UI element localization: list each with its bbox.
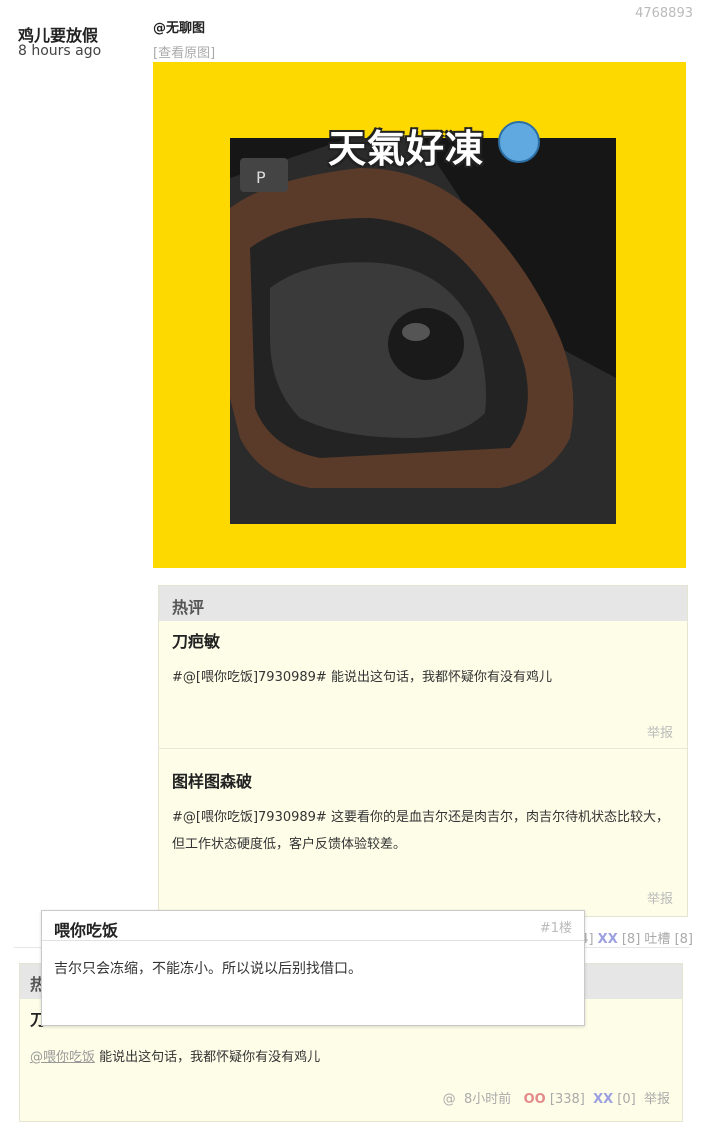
comment-time: 8小时前 — [463, 1092, 512, 1107]
hot-comments-header: 热评 — [159, 586, 687, 621]
xx-button[interactable]: XX — [598, 932, 618, 947]
tucao-button[interactable]: 吐槽 — [644, 932, 670, 947]
hot-comments-box: 热评 刀疤敏 #@[喂你吃饭]7930989# 能说出这句话，我都怀疑你有没有鸡… — [158, 585, 688, 917]
popup-author[interactable]: 喂你吃饭 — [54, 917, 118, 941]
xx-count: [0] — [617, 1092, 636, 1107]
comment-author[interactable]: 图样图森破 — [172, 768, 252, 792]
oo-count: [338] — [549, 1092, 585, 1107]
gear-shift-illustration: P — [230, 138, 616, 524]
report-link[interactable]: 举报 — [647, 722, 673, 741]
view-original-link[interactable]: [查看原图] — [153, 42, 215, 61]
mention-link[interactable]: @喂你吃饭 — [30, 1050, 95, 1065]
comment-text: #@[喂你吃饭]7930989# 这要看你的是血吉尔还是肉吉尔，肉吉尔待机状态比… — [172, 810, 669, 852]
xx-count: [8] — [621, 932, 641, 947]
tucao-count: [8] — [674, 932, 693, 947]
report-link[interactable]: 举报 — [644, 1092, 670, 1107]
gear-shift-photo: P — [230, 138, 616, 524]
popup-floor: #1楼 — [539, 921, 572, 936]
comment-body: 能说出这句话，我都怀疑你有没有鸡儿 — [95, 1050, 321, 1065]
freezing-face-icon — [498, 121, 540, 163]
oo-button[interactable]: OO — [524, 1092, 546, 1107]
comment-text: #@[喂你吃饭]7930989# 能说出这句话，我都怀疑你有没有鸡儿 — [172, 670, 552, 685]
xx-button[interactable]: XX — [593, 1092, 613, 1107]
post-id[interactable]: 4768893 — [635, 6, 693, 21]
svg-text:P: P — [256, 168, 266, 187]
comment-divider — [159, 748, 687, 749]
image-caption: 天氣好凍 — [328, 127, 485, 171]
popup-header: 喂你吃饭 #1楼 — [42, 911, 584, 941]
quoted-comment-popup: 喂你吃饭 #1楼 吉尔只会冻缩，不能冻小。所以说以后别找借口。 — [41, 910, 585, 1026]
hot-comments-title: 热评 — [172, 598, 205, 617]
post-vote-bar: 4] XX [8] 吐槽 [8] — [580, 928, 693, 947]
post-tag[interactable]: @无聊图 — [153, 17, 205, 36]
reply-at-button[interactable]: @ — [443, 1092, 456, 1107]
post-image[interactable]: P 天氣好凍 — [153, 62, 686, 568]
report-link[interactable]: 举报 — [647, 888, 673, 907]
comment-text: @喂你吃饭 能说出这句话，我都怀疑你有没有鸡儿 — [30, 1046, 320, 1065]
post-time: 8 hours ago — [18, 43, 102, 59]
comment-author[interactable]: 刀疤敏 — [172, 628, 220, 652]
popup-text: 吉尔只会冻缩，不能冻小。所以说以后别找借口。 — [54, 961, 362, 977]
comment-meta: @ 8小时前 OO [338] XX [0] 举报 — [443, 1088, 670, 1107]
